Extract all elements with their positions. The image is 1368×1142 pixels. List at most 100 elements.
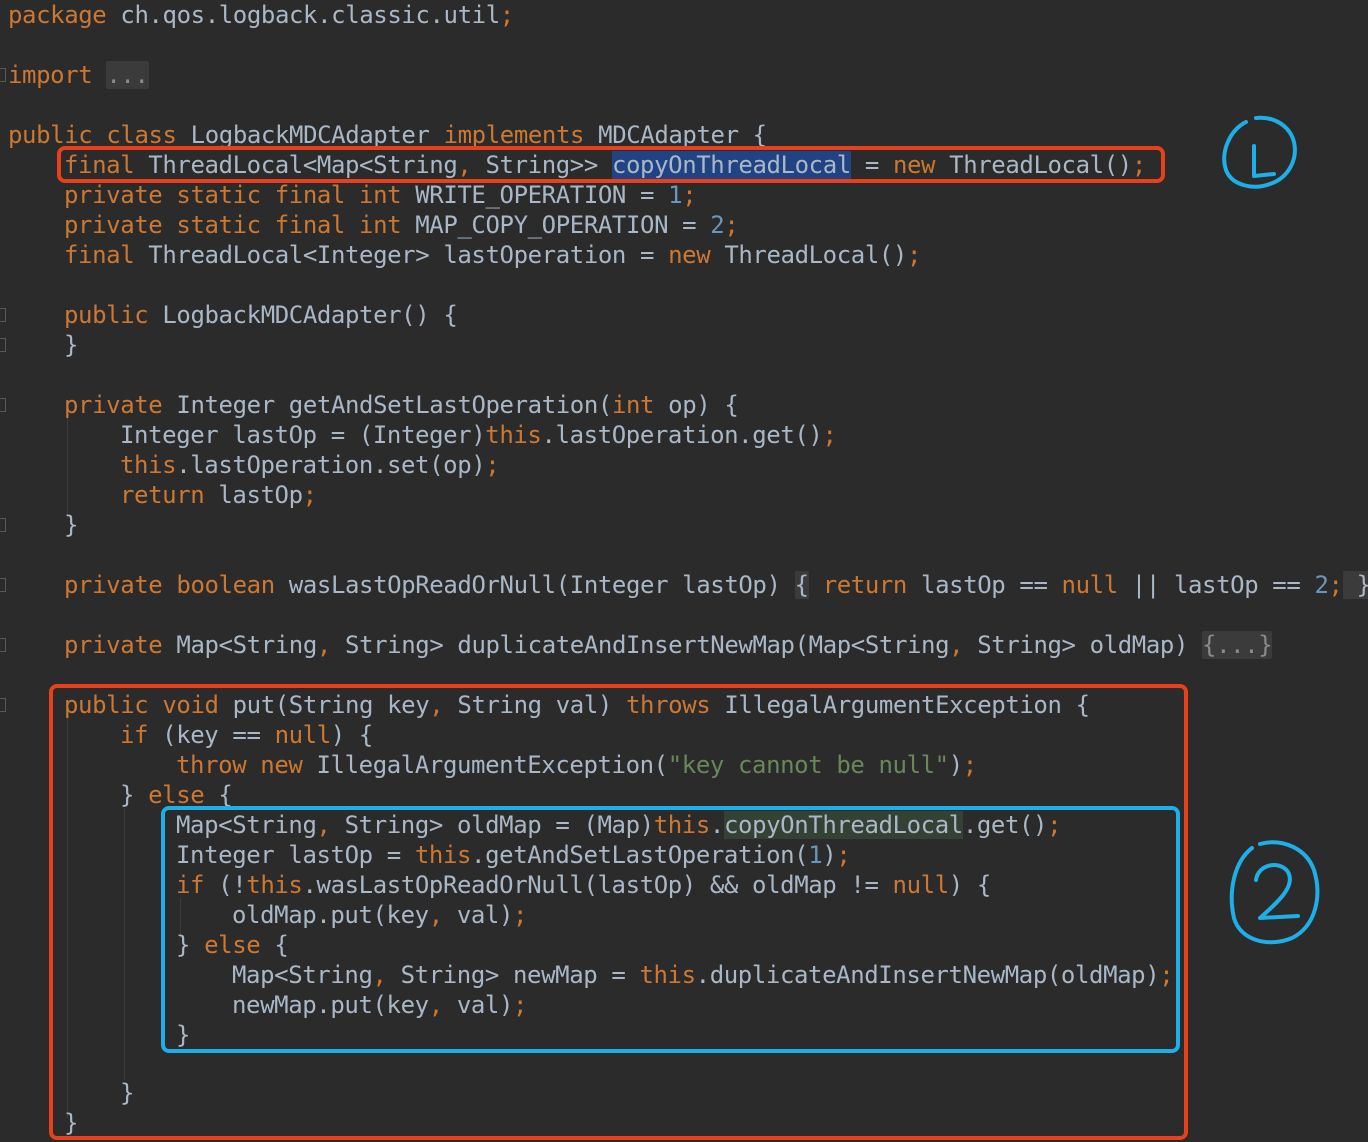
code-line[interactable]: final ThreadLocal<Integer> lastOperation… xyxy=(64,240,921,270)
keyword-token: this xyxy=(485,421,542,449)
code-line[interactable]: Integer lastOp = this.getAndSetLastOpera… xyxy=(176,840,851,870)
fold-marker-icon[interactable] xyxy=(0,68,6,82)
code-line[interactable]: if (key == null) { xyxy=(120,720,373,750)
code-line[interactable]: public class LogbackMDCAdapter implement… xyxy=(8,120,767,150)
punctuation-token: ; xyxy=(962,751,977,779)
identifier-token: ) { xyxy=(948,871,992,899)
code-line[interactable]: newMap.put(key, val); xyxy=(232,990,527,1020)
code-line[interactable]: oldMap.put(key, val); xyxy=(232,900,527,930)
folded-body-button[interactable]: {...} xyxy=(1202,631,1273,659)
code-line[interactable]: } else { xyxy=(120,780,233,810)
keyword-token: null xyxy=(1061,571,1119,599)
circled-number-1-icon: 1 xyxy=(1210,108,1297,189)
circled-number-1-label: 1 xyxy=(1210,108,1211,109)
keyword-token: private xyxy=(64,391,163,419)
code-line[interactable]: final ThreadLocal<Map<String, String>> c… xyxy=(64,150,1146,180)
circled-number-2-label: 2 xyxy=(1222,834,1223,835)
code-line[interactable]: private static final int MAP_COPY_OPERAT… xyxy=(64,210,739,240)
punctuation-token: , xyxy=(949,631,964,659)
keyword-token: package xyxy=(8,1,107,29)
identifier-token: .wasLastOpReadOrNull(lastOp) && oldMap !… xyxy=(302,871,893,899)
brace-token: } xyxy=(176,1021,191,1049)
code-line[interactable]: Map<String, String> newMap = this.duplic… xyxy=(232,960,1174,990)
punctuation-token: ; xyxy=(302,481,317,509)
keyword-token: null xyxy=(274,721,332,749)
fold-marker-icon[interactable] xyxy=(0,698,6,712)
identifier-token: .get() xyxy=(962,811,1048,839)
fold-marker-icon[interactable] xyxy=(0,638,6,652)
keyword-token: this xyxy=(653,811,711,839)
code-line[interactable]: private Map<String, String> duplicateAnd… xyxy=(64,630,1273,660)
punctuation-token: , xyxy=(428,991,443,1019)
identifier-token: Map<String xyxy=(176,811,317,839)
brace-token: } xyxy=(64,1109,79,1137)
punctuation-token: , xyxy=(372,961,387,989)
identifier-token: lastOp == xyxy=(907,571,1062,599)
folded-imports-button[interactable]: ... xyxy=(106,61,149,89)
code-editor[interactable]: package ch.qos.logback.classic.util; imp… xyxy=(0,0,1368,1142)
punctuation-token: ; xyxy=(513,901,528,929)
identifier-token: WRITE_OPERATION = xyxy=(401,181,669,209)
indent-guide xyxy=(124,808,125,1080)
code-line[interactable]: public LogbackMDCAdapter() { xyxy=(64,300,458,330)
punctuation-token: ; xyxy=(906,241,922,269)
punctuation-token: ; xyxy=(822,421,837,449)
identifier-token: String val) xyxy=(443,691,626,719)
identifier-token: (! xyxy=(204,871,247,899)
fold-marker-icon[interactable] xyxy=(0,338,6,352)
fold-marker-icon[interactable] xyxy=(0,578,6,592)
identifier-token: || lastOp == xyxy=(1117,571,1315,599)
identifier-token: .getAndSetLastOperation( xyxy=(471,841,809,869)
identifier-token: .duplicateAndInsertNewMap(oldMap) xyxy=(695,961,1160,989)
fold-marker-icon[interactable] xyxy=(0,308,6,322)
keyword-token: return xyxy=(808,571,908,599)
code-line[interactable]: if (!this.wasLastOpReadOrNull(lastOp) &&… xyxy=(176,870,991,900)
keyword-token: private boolean xyxy=(64,571,275,599)
identifier-token: String> newMap = xyxy=(386,961,640,989)
keyword-token: new xyxy=(668,241,711,269)
code-line[interactable]: this.lastOperation.set(op); xyxy=(120,450,500,480)
fold-marker-icon[interactable] xyxy=(0,398,6,412)
code-line[interactable]: public void put(String key, String val) … xyxy=(64,690,1090,720)
number-token: 1 xyxy=(808,841,823,869)
identifier-token: ch.qos.logback.classic.util xyxy=(106,1,500,29)
keyword-token: if xyxy=(120,721,149,749)
code-line[interactable]: Map<String, String> oldMap = (Map)this.c… xyxy=(176,810,1062,840)
keyword-token: this xyxy=(120,451,177,479)
identifier-token: ThreadLocal() xyxy=(935,151,1132,179)
punctuation-token: ; xyxy=(1159,961,1174,989)
keyword-token: return xyxy=(120,481,205,509)
code-line[interactable]: Integer lastOp = (Integer)this.lastOpera… xyxy=(120,420,837,450)
code-line[interactable]: } xyxy=(64,510,78,540)
code-line[interactable]: } xyxy=(64,330,78,360)
code-line[interactable]: throw new IllegalArgumentException("key … xyxy=(176,750,977,780)
punctuation-token: ; xyxy=(513,991,528,1019)
identifier-token: lastOp xyxy=(204,481,303,509)
code-line[interactable]: private Integer getAndSetLastOperation(i… xyxy=(64,390,739,420)
brace-token: } xyxy=(176,931,205,959)
identifier-token: Map<String xyxy=(162,631,317,659)
identifier-token: Integer getAndSetLastOperation( xyxy=(162,391,612,419)
selected-field-token[interactable]: copyOnThreadLocal xyxy=(611,151,851,179)
string-token: "key cannot be null" xyxy=(667,751,949,779)
punctuation-token: , xyxy=(428,901,443,929)
identifier-token: ThreadLocal<Integer> lastOperation = xyxy=(134,241,669,269)
identifier-token: . xyxy=(709,811,724,839)
punctuation-token: ; xyxy=(1131,151,1146,179)
code-line[interactable]: private static final int WRITE_OPERATION… xyxy=(64,180,697,210)
code-line[interactable]: } xyxy=(64,1108,78,1138)
fold-marker-icon[interactable] xyxy=(0,518,6,532)
code-line[interactable]: } else { xyxy=(176,930,289,960)
code-line[interactable]: import ... xyxy=(8,60,149,90)
highlighted-field-token[interactable]: copyOnThreadLocal xyxy=(723,811,963,839)
identifier-token: oldMap.put(key xyxy=(232,901,429,929)
identifier-token: val) xyxy=(442,901,514,929)
code-line[interactable]: } xyxy=(120,1078,134,1108)
identifier-token: String>> xyxy=(471,151,612,179)
code-line[interactable]: return lastOp; xyxy=(120,480,317,510)
keyword-token: import xyxy=(8,61,93,89)
code-line[interactable]: private boolean wasLastOpReadOrNull(Inte… xyxy=(64,570,1368,600)
code-line[interactable]: package ch.qos.logback.classic.util; xyxy=(8,0,514,30)
code-line[interactable]: } xyxy=(176,1020,190,1050)
identifier-token: MAP_COPY_OPERATION = xyxy=(401,211,711,239)
